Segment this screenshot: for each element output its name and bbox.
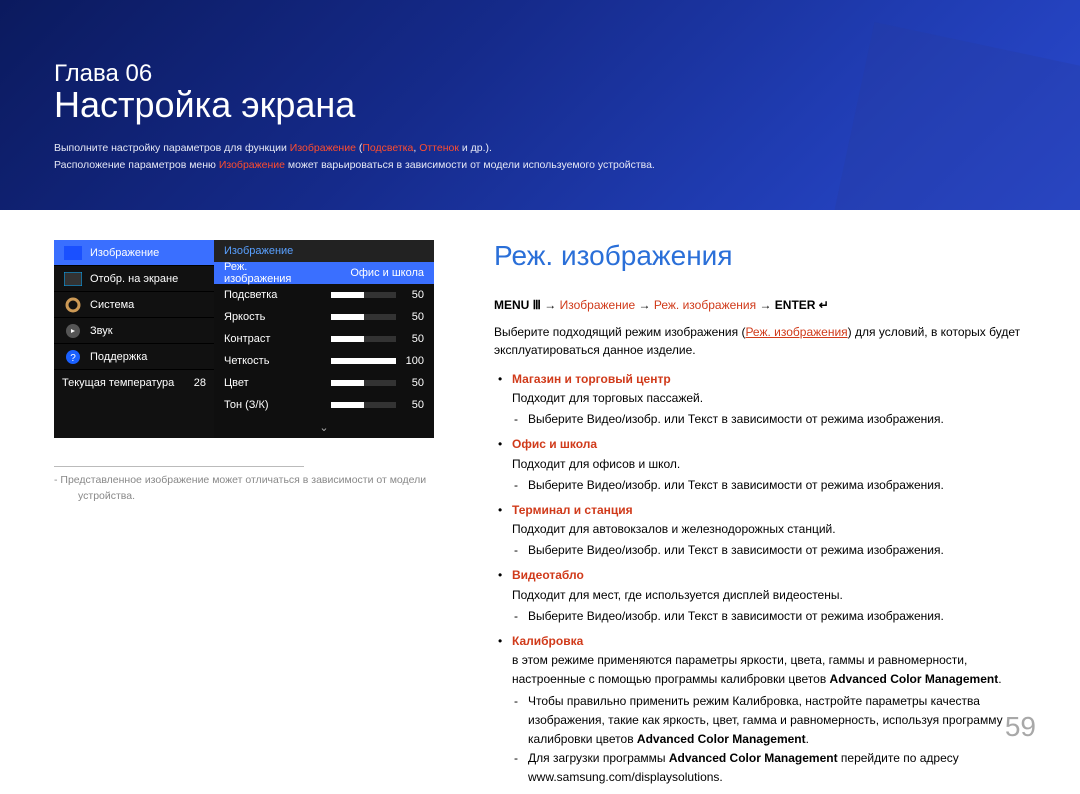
display-icon xyxy=(62,270,84,288)
mode-list: Магазин и торговый центрПодходит для тор… xyxy=(494,370,1026,788)
osd-row-color: Цвет50 xyxy=(214,372,434,394)
divider xyxy=(54,466,304,467)
intro-text: Выберите подходящий режим изображения (Р… xyxy=(494,323,1026,360)
slider xyxy=(331,380,396,386)
osd-panel-title: Изображение xyxy=(214,240,434,262)
enter-icon: ↵ xyxy=(819,298,829,312)
speaker-icon xyxy=(62,322,84,340)
osd-sidebar-system: Система xyxy=(54,292,214,318)
osd-row-contrast: Контраст50 xyxy=(214,328,434,350)
chapter-title: Настройка экрана xyxy=(54,84,1080,126)
svg-text:?: ? xyxy=(70,353,76,364)
osd-sidebar-display: Отобр. на экране xyxy=(54,266,214,292)
osd-row-brightness: Яркость50 xyxy=(214,306,434,328)
menu-icon: Ⅲ xyxy=(533,298,541,312)
osd-temperature: Текущая температура28 xyxy=(54,370,214,396)
section-title: Реж. изображения xyxy=(494,240,1026,272)
osd-screenshot: Изображение Отобр. на экране Система Зву… xyxy=(54,240,434,438)
slider xyxy=(331,336,396,342)
mode-calibration: Калибровка в этом режиме применяются пар… xyxy=(494,632,1026,788)
slider xyxy=(331,358,396,364)
osd-sidebar-support: ?Поддержка xyxy=(54,344,214,370)
osd-row-sharpness: Четкость100 xyxy=(214,350,434,372)
osd-row-tint: Тон (З/К)50 xyxy=(214,394,434,416)
osd-sidebar-sound: Звук xyxy=(54,318,214,344)
page-number: 59 xyxy=(1005,711,1036,743)
menu-path: MENU Ⅲ → Изображение → Реж. изображения … xyxy=(494,296,1026,315)
chapter-banner: Глава 06 Настройка экрана Выполните наст… xyxy=(0,0,1080,210)
mode-terminal: Терминал и станцияПодходит для автовокза… xyxy=(494,501,1026,561)
slider xyxy=(331,292,396,298)
mode-shop: Магазин и торговый центрПодходит для тор… xyxy=(494,370,1026,430)
picture-icon xyxy=(62,244,84,262)
help-icon: ? xyxy=(62,348,84,366)
slider xyxy=(331,314,396,320)
mode-office: Офис и школаПодходит для офисов и школ. … xyxy=(494,435,1026,495)
mode-videowall: ВидеотаблоПодходит для мест, где использ… xyxy=(494,566,1026,626)
banner-desc: Выполните настройку параметров для функц… xyxy=(54,140,1080,174)
slider xyxy=(331,402,396,408)
osd-row-picmode: Реж. изображенияОфис и школа xyxy=(214,262,434,284)
chevron-down-icon: ⌄ xyxy=(214,416,434,438)
osd-sidebar-picture: Изображение xyxy=(54,240,214,266)
image-disclaimer: ‑ Представленное изображение может отлич… xyxy=(54,473,434,505)
osd-row-backlight: Подсветка50 xyxy=(214,284,434,306)
gear-icon xyxy=(62,296,84,314)
